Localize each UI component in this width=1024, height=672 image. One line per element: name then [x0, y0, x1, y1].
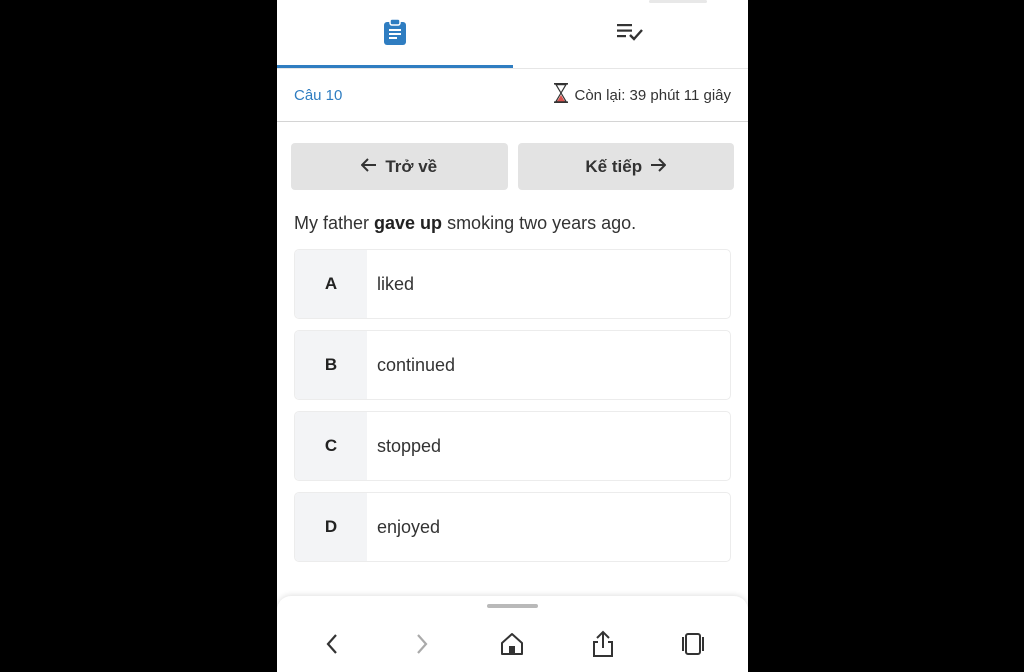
home-icon[interactable] — [492, 624, 532, 664]
question-after: smoking two years ago. — [442, 213, 637, 233]
option-letter: D — [295, 493, 367, 561]
option-letter: A — [295, 250, 367, 318]
question-highlight: gave up — [374, 213, 443, 233]
back-icon[interactable] — [312, 624, 352, 664]
question-before: My father — [294, 213, 375, 233]
forward-icon[interactable] — [402, 624, 442, 664]
back-label: Trở về — [385, 156, 438, 176]
tab-answer-list[interactable] — [513, 0, 749, 68]
browser-toolbar — [277, 596, 748, 672]
option-text: enjoyed — [377, 516, 441, 537]
option-c[interactable]: C stopped — [294, 411, 731, 481]
answer-options: A liked B continued C stopped D enjoyed — [294, 249, 731, 573]
tab-question[interactable] — [277, 0, 513, 68]
top-tabs — [277, 0, 748, 68]
drag-handle[interactable] — [487, 604, 538, 608]
back-button[interactable]: Trở về — [291, 143, 508, 190]
option-b[interactable]: B continued — [294, 330, 731, 400]
timer-text: Còn lại: 39 phút 11 giây — [574, 86, 732, 104]
question-text: My father gave up smoking two years ago. — [294, 213, 636, 234]
option-d[interactable]: D enjoyed — [294, 492, 731, 562]
hourglass-icon — [553, 82, 569, 108]
next-button[interactable]: Kế tiếp — [517, 143, 734, 190]
question-number: Câu 10 — [294, 86, 343, 104]
timer: Còn lại: 39 phút 11 giây — [553, 82, 732, 108]
checklist-icon — [616, 22, 644, 47]
next-label: Kế tiếp — [585, 156, 643, 176]
option-letter: C — [295, 412, 367, 480]
share-icon[interactable] — [583, 624, 623, 664]
clipboard-icon — [383, 17, 407, 51]
option-text: continued — [377, 354, 456, 375]
arrow-right-icon — [650, 157, 667, 177]
app-screen: Câu 10 Còn lại: 39 phút 11 giây Trở về K — [277, 0, 748, 672]
option-text: stopped — [377, 435, 442, 456]
status-bar: Câu 10 Còn lại: 39 phút 11 giây — [277, 69, 748, 122]
arrow-left-icon — [360, 157, 377, 177]
option-text: liked — [377, 273, 415, 294]
navigation-buttons: Trở về Kế tiếp — [291, 143, 734, 190]
browser-icons — [277, 624, 748, 664]
tabs-icon[interactable] — [673, 624, 713, 664]
option-a[interactable]: A liked — [294, 249, 731, 319]
option-letter: B — [295, 331, 367, 399]
